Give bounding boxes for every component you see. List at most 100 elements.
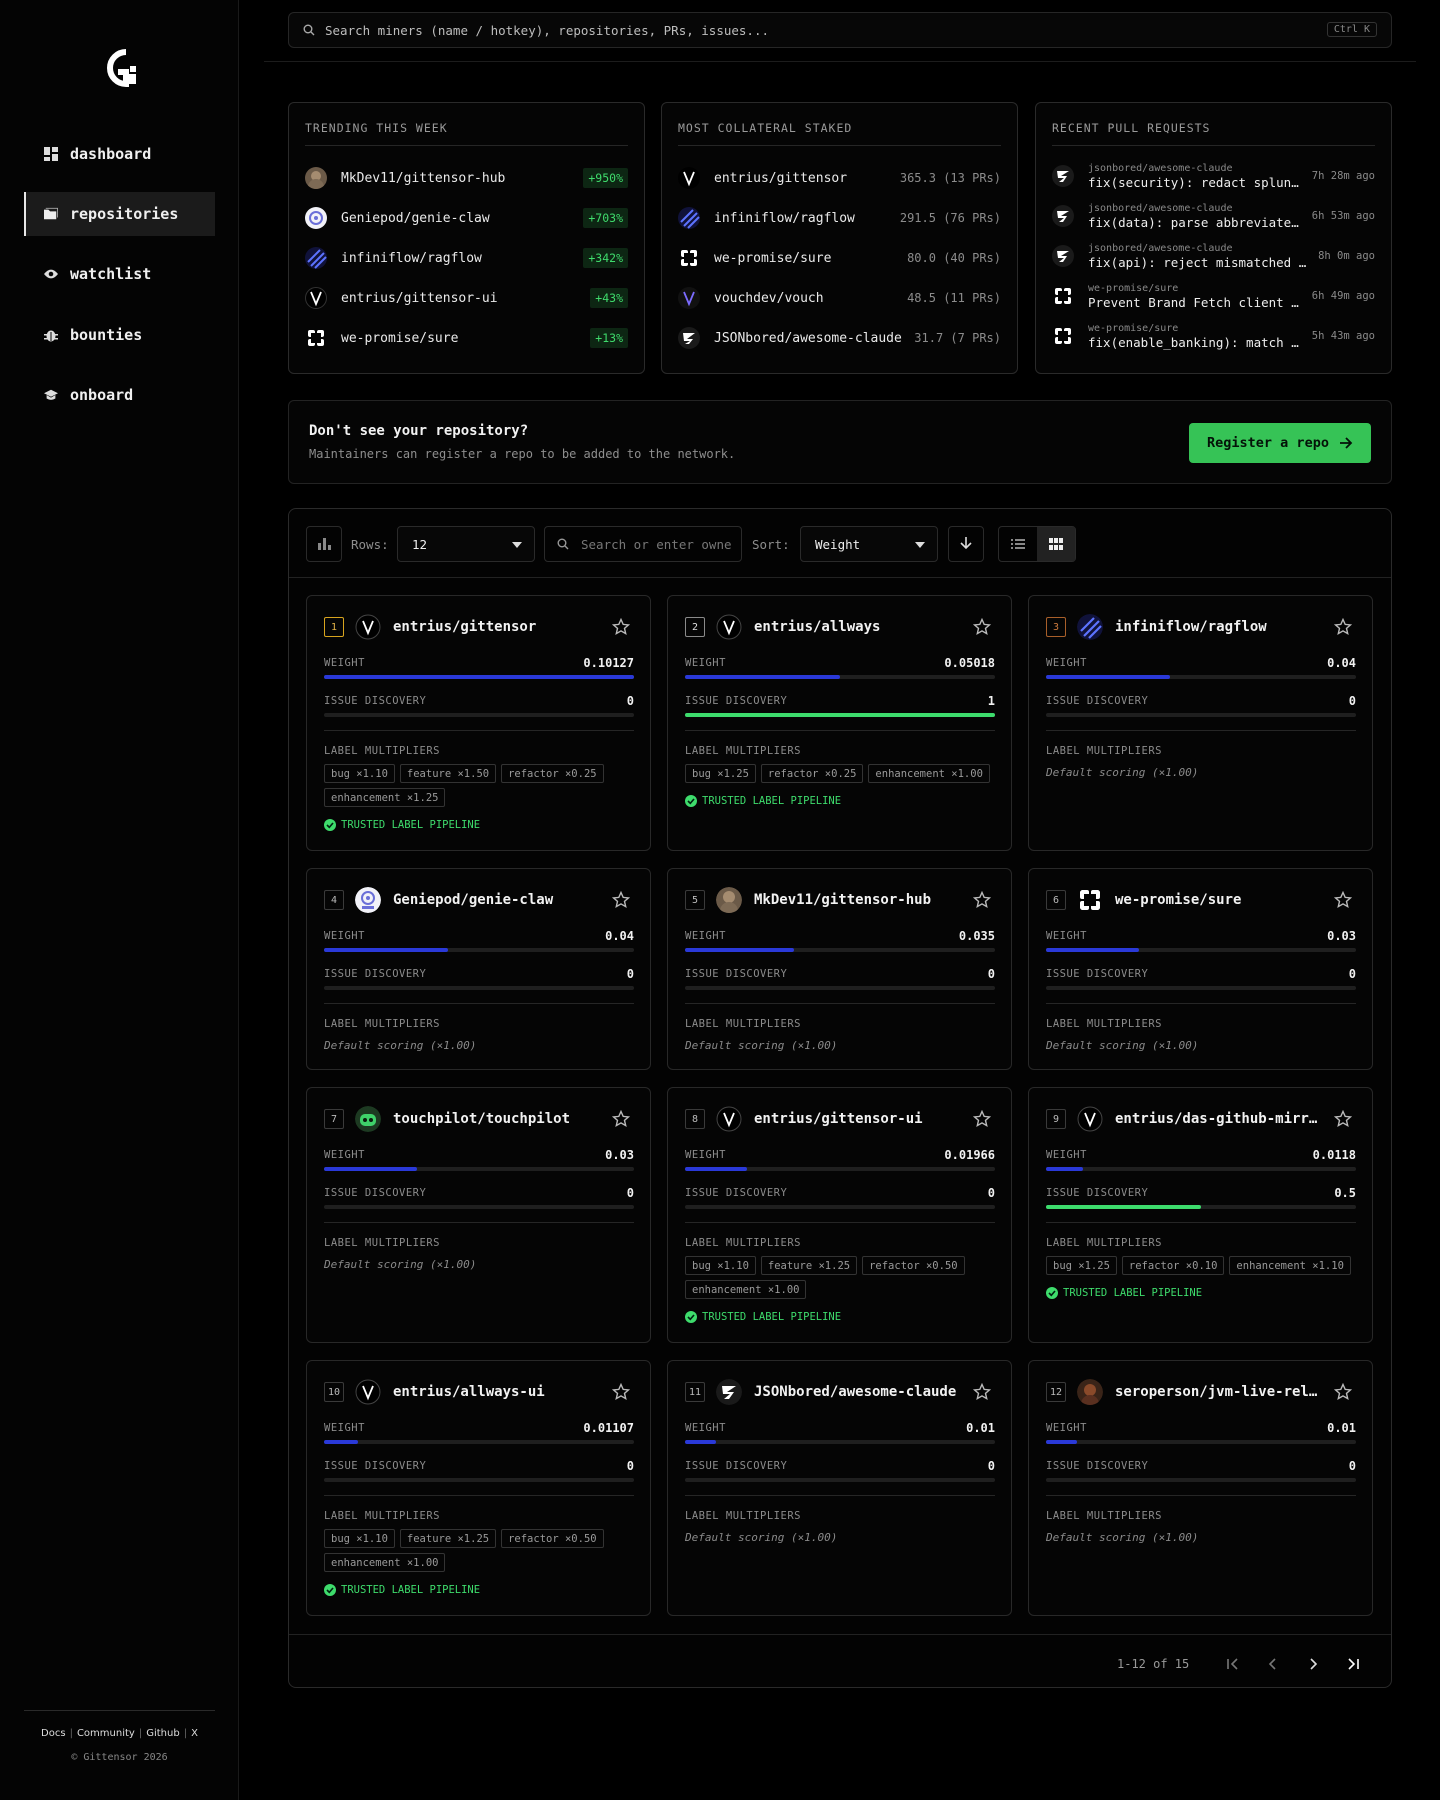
pr-item[interactable]: jsonbored/awesome-claude fix(data): parse… — [1052, 199, 1375, 233]
repo-filter-input[interactable]: Search or enter owner — [544, 526, 742, 562]
star-icon[interactable] — [972, 1382, 992, 1401]
nav-onboard[interactable]: onboard — [24, 373, 215, 417]
list-view-button[interactable] — [999, 527, 1037, 561]
panel-title: MOST COLLATERAL STAKED — [678, 121, 853, 135]
collateral-item[interactable]: entrius/gittensor 365.3 (13 PRs) — [678, 165, 1001, 191]
repo-card[interactable]: 11 JSONbored/awesome-claude WEIGHT 0.01 ISSU… — [667, 1360, 1012, 1616]
repo-card[interactable]: 7 touchpilot/touchpilot WEIGHT 0.03 ISSUE DI… — [306, 1087, 651, 1343]
pr-item[interactable]: jsonbored/awesome-claude fix(security): r… — [1052, 159, 1375, 193]
collateral-panel: MOST COLLATERAL STAKED entrius/gittensor… — [661, 102, 1018, 374]
repo-card[interactable]: 2 entrius/allways WEIGHT 0.05018 ISSUE DISCO… — [667, 595, 1012, 851]
footer-link-github[interactable]: Github — [146, 1728, 179, 1739]
collateral-item[interactable]: vouchdev/vouch 48.5 (11 PRs) — [678, 285, 1001, 311]
card-divider — [324, 1495, 634, 1496]
repo-card[interactable]: 3 infiniflow/ragflow WEIGHT 0.04 ISSUE DISCO… — [1028, 595, 1373, 851]
repo-card[interactable]: 5 MkDev11/gittensor-hub WEIGHT 0.035 ISSUE D… — [667, 868, 1012, 1070]
last-page-button[interactable] — [1340, 1652, 1366, 1678]
grid-view-button[interactable] — [1037, 527, 1075, 561]
nav-label: repositories — [70, 205, 179, 223]
footer-link-x[interactable]: X — [191, 1728, 198, 1739]
repo-card[interactable]: 4 Geniepod/genie-claw WEIGHT 0.04 ISSUE DISC… — [306, 868, 651, 1070]
repo-card[interactable]: 6 we-promise/sure WEIGHT 0.03 ISSUE DISCOVER… — [1028, 868, 1373, 1070]
repo-name[interactable]: entrius/allways-ui — [393, 1384, 603, 1400]
trusted-text: TRUSTED LABEL PIPELINE — [341, 819, 481, 831]
repo-name[interactable]: we-promise/sure — [1115, 892, 1325, 908]
issue-discovery-value: 0 — [987, 1186, 995, 1200]
collateral-item[interactable]: infiniflow/ragflow 291.5 (76 PRs) — [678, 205, 1001, 231]
default-scoring: Default scoring (×1.00) — [1046, 766, 1199, 779]
repo-avatar — [1077, 887, 1103, 913]
repo-name[interactable]: Geniepod/genie-claw — [393, 892, 603, 908]
weight-value: 0.01966 — [944, 1148, 995, 1162]
repo-card[interactable]: 8 entrius/gittensor-ui WEIGHT 0.01966 ISSUE … — [667, 1087, 1012, 1343]
repo-name[interactable]: seroperson/jvm-live-reload — [1115, 1384, 1325, 1400]
pr-item[interactable]: jsonbored/awesome-claude fix(api): reject… — [1052, 239, 1375, 273]
repo-name: entrius/gittensor-ui — [341, 290, 498, 306]
pr-item[interactable]: we-promise/sure Prevent Brand Fetch clien… — [1052, 279, 1375, 313]
trending-item[interactable]: MkDev11/gittensor-hub +950% — [305, 165, 628, 191]
nav-label: dashboard — [70, 145, 152, 163]
sort-select[interactable]: Weight — [800, 526, 938, 562]
repo-card[interactable]: 9 entrius/das-github-mirror WEIGHT 0.0118 IS… — [1028, 1087, 1373, 1343]
collateral-item[interactable]: JSONbored/awesome-claude 31.7 (7 PRs) — [678, 325, 1001, 351]
star-icon[interactable] — [1333, 890, 1353, 909]
panel-divider — [305, 145, 628, 146]
repo-name[interactable]: MkDev11/gittensor-hub — [754, 892, 964, 908]
repo-name[interactable]: JSONbored/awesome-claude — [754, 1384, 964, 1400]
global-search-input[interactable]: Search miners (name / hotkey), repositor… — [288, 12, 1392, 48]
next-page-button[interactable] — [1300, 1652, 1326, 1678]
chart-toggle-button[interactable] — [306, 526, 342, 562]
collateral-item[interactable]: we-promise/sure 80.0 (40 PRs) — [678, 245, 1001, 271]
repo-name[interactable]: entrius/das-github-mirror — [1115, 1111, 1325, 1127]
stake-amount: 365.3 (13 PRs) — [899, 171, 1001, 185]
repo-avatar — [355, 614, 381, 640]
trending-item[interactable]: entrius/gittensor-ui +43% — [305, 285, 628, 311]
repo-card[interactable]: 12 seroperson/jvm-live-reload WEIGHT 0.01 IS… — [1028, 1360, 1373, 1616]
repo-name[interactable]: entrius/allways — [754, 619, 964, 635]
star-icon[interactable] — [1333, 1109, 1353, 1128]
prev-page-button[interactable] — [1260, 1652, 1286, 1678]
issue-discovery-value: 0 — [626, 1186, 634, 1200]
repo-name[interactable]: infiniflow/ragflow — [1115, 619, 1325, 635]
footer-link-community[interactable]: Community — [77, 1728, 135, 1739]
sort-label: Sort: — [752, 537, 790, 552]
star-icon[interactable] — [972, 1109, 992, 1128]
trending-item[interactable]: infiniflow/ragflow +342% — [305, 245, 628, 271]
issue-discovery-bar — [1046, 1478, 1356, 1482]
repo-card[interactable]: 1 entrius/gittensor WEIGHT 0.10127 ISSUE DIS… — [306, 595, 651, 851]
star-icon[interactable] — [611, 1109, 631, 1128]
arrow-right-icon — [1339, 437, 1353, 449]
repo-card[interactable]: 10 entrius/allways-ui WEIGHT 0.01107 ISSUE D… — [306, 1360, 651, 1616]
star-icon[interactable] — [611, 890, 631, 909]
repo-name[interactable]: touchpilot/touchpilot — [393, 1111, 603, 1127]
first-page-button[interactable] — [1220, 1652, 1246, 1678]
rank-badge: 6 — [1046, 890, 1066, 910]
sort-direction-button[interactable] — [948, 526, 984, 562]
nav-dashboard[interactable]: dashboard — [24, 132, 215, 176]
repo-name: infiniflow/ragflow — [341, 250, 482, 266]
pr-item[interactable]: we-promise/sure fix(enable_banking): matc… — [1052, 319, 1375, 353]
star-icon[interactable] — [611, 617, 631, 636]
repo-name[interactable]: entrius/gittensor — [393, 619, 603, 635]
gittensor-logo[interactable] — [96, 44, 144, 92]
nav-bounties[interactable]: bounties — [24, 313, 215, 357]
trending-item[interactable]: we-promise/sure +13% — [305, 325, 628, 351]
repo-name[interactable]: entrius/gittensor-ui — [754, 1111, 964, 1127]
label-multipliers-label: LABEL MULTIPLIERS — [324, 1237, 440, 1249]
card-divider — [685, 1003, 995, 1004]
footer-link-docs[interactable]: Docs — [41, 1728, 66, 1739]
rows-select[interactable]: 12 — [397, 526, 535, 562]
star-icon[interactable] — [1333, 617, 1353, 636]
star-icon[interactable] — [972, 890, 992, 909]
star-icon[interactable] — [611, 1382, 631, 1401]
star-icon[interactable] — [972, 617, 992, 636]
register-repo-button[interactable]: Register a repo — [1189, 423, 1371, 463]
nav-repositories[interactable]: repositories — [24, 192, 215, 236]
nav-watchlist[interactable]: watchlist — [24, 252, 215, 296]
repo-avatar — [355, 887, 381, 913]
weight-bar — [685, 948, 995, 952]
trending-item[interactable]: Geniepod/genie-claw +703% — [305, 205, 628, 231]
star-icon[interactable] — [1333, 1382, 1353, 1401]
issue-discovery-bar — [685, 1205, 995, 1209]
repo-avatar — [716, 614, 742, 640]
